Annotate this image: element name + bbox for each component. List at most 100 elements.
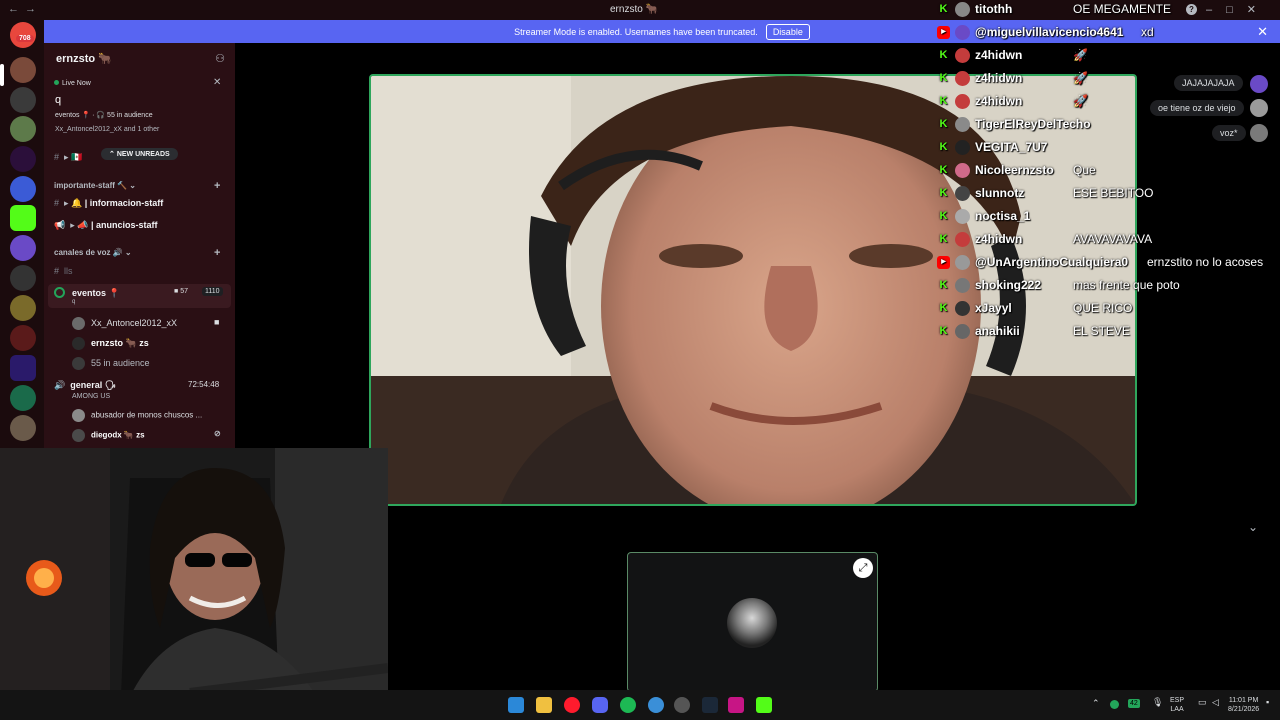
avatar: [955, 301, 970, 316]
voice-channel-general[interactable]: 🔊 general 🗣 72:54:48: [54, 380, 219, 391]
chat-text: 🚀: [1073, 94, 1088, 108]
chat-username: slunnotz: [975, 186, 1025, 200]
live-now-label: Live Now: [54, 80, 91, 87]
chevron-down-icon[interactable]: ⌄: [1248, 520, 1258, 534]
kick-icon: K: [939, 302, 948, 314]
kick-icon: K: [939, 72, 948, 84]
channel-sidebar: ernzsto 🐂 ⚇ Live Now ✕ q eventos 📍 · 🎧 5…: [44, 43, 235, 450]
server-icon[interactable]: [10, 176, 36, 202]
server-icon[interactable]: [10, 87, 36, 113]
stage-channel-eventos[interactable]: eventos 📍 q ■ 57 1110: [48, 284, 231, 308]
camera-icon: ■: [214, 317, 220, 327]
mention-badge: 708: [16, 35, 34, 42]
live-now-panel[interactable]: Live Now ✕ q eventos 📍 · 🎧 55 in audienc…: [50, 76, 230, 140]
back-arrow-icon[interactable]: ←: [8, 3, 25, 15]
server-icon[interactable]: [10, 265, 36, 291]
server-icon[interactable]: [10, 325, 36, 351]
server-icon[interactable]: [10, 415, 36, 441]
kick-icon: K: [939, 95, 948, 107]
selected-server-pip: [0, 64, 4, 86]
category-importante-staff[interactable]: importante-staff 🔨 ⌄ +: [54, 180, 220, 192]
stage-channel-sub: q: [72, 299, 76, 305]
fullscreen-icon[interactable]: ⤢: [853, 558, 873, 578]
discord-icon[interactable]: [592, 697, 608, 713]
chat-username: @miguelvillavicencio4641: [975, 25, 1124, 39]
spotify-icon[interactable]: [620, 697, 636, 713]
channel-anuncios-staff[interactable]: 📢 ▸ 📣 | anuncios-staff: [54, 220, 157, 231]
server-icon[interactable]: [10, 57, 36, 83]
language-indicator[interactable]: ESP LAA: [1170, 696, 1184, 714]
tray-status-icon[interactable]: [1110, 700, 1119, 709]
chat-username: shoking222: [975, 278, 1042, 292]
windows-start-icon[interactable]: [508, 697, 524, 713]
live-people-info: Xx_Antoncel2012_xX and 1 other: [55, 126, 160, 133]
chat-username: xJayyl: [975, 301, 1012, 315]
avatar: [955, 186, 970, 201]
chat-username: @UnArgentinoCualquiera0: [975, 255, 1129, 269]
chat-username: z4hidwn: [975, 94, 1023, 108]
chat-username: VEGITA_7U7: [975, 140, 1048, 154]
add-member-icon[interactable]: ⚇: [215, 52, 225, 65]
notifications-icon[interactable]: ▪: [1266, 698, 1269, 707]
next-app-icon[interactable]: [728, 697, 744, 713]
server-rail: 708: [0, 20, 44, 450]
server-icon[interactable]: [10, 235, 36, 261]
file-explorer-icon[interactable]: [536, 697, 552, 713]
forward-arrow-icon[interactable]: →: [25, 3, 42, 15]
premiere-server-icon[interactable]: [10, 355, 36, 381]
chat-message: Kshoking222 mas frente que poto: [937, 276, 1280, 296]
nav-arrows[interactable]: ←→: [8, 3, 42, 15]
disable-button[interactable]: Disable: [765, 23, 810, 40]
voice-member[interactable]: ernzsto 🐂 zs: [72, 337, 149, 350]
audience-count[interactable]: 55 in audience: [72, 357, 150, 370]
voice-member[interactable]: abusador de monos chuscos ...: [72, 409, 202, 422]
volume-icon[interactable]: ◁: [1212, 698, 1219, 707]
chat-username: titothh: [975, 2, 1013, 16]
add-channel-icon[interactable]: +: [214, 180, 220, 192]
avatar: [955, 278, 970, 293]
kick-icon: K: [939, 141, 948, 153]
kick-icon[interactable]: [756, 697, 772, 713]
new-unreads-pill[interactable]: ⌃ NEW UNREADS: [101, 148, 178, 160]
server-icon[interactable]: [10, 146, 36, 172]
opera-icon[interactable]: [564, 697, 580, 713]
participant-tile[interactable]: ⤢: [627, 552, 878, 692]
avatar: [955, 71, 970, 86]
obs-icon[interactable]: [674, 697, 690, 713]
wifi-icon[interactable]: ▭: [1198, 698, 1207, 707]
voice-member[interactable]: diegodx 🐂 zs ⊘: [72, 429, 221, 442]
voice-member[interactable]: Xx_Antoncel2012_xX ■: [72, 317, 219, 330]
server-icon[interactable]: [10, 385, 36, 411]
kick-icon: K: [939, 325, 948, 337]
add-channel-icon[interactable]: +: [214, 247, 220, 259]
avatar: [955, 25, 970, 40]
chat-message: Kz4hidwn 🚀: [937, 46, 1280, 66]
voice-timer: 72:54:48: [188, 380, 220, 389]
chat-message: K Nicoleernzsto Que: [937, 161, 1280, 181]
avatar: [955, 140, 970, 155]
avatar: [72, 409, 85, 422]
channel-row[interactable]: # ▸ 🇲🇽: [54, 152, 82, 163]
microphone-icon[interactable]: 🎙: [1152, 698, 1163, 707]
steam-icon[interactable]: [702, 697, 718, 713]
chat-overlay: Ktitothh OE MEGAMENTE ▶ @miguelvillavicenci…: [937, 0, 1280, 340]
close-live-icon[interactable]: ✕: [213, 77, 221, 88]
tray-expand-icon[interactable]: ⌃: [1092, 699, 1100, 708]
avatar: [955, 232, 970, 247]
channel-informacion-staff[interactable]: # ▸ 🔔 | informacion-staff: [54, 198, 163, 209]
chat-text: 🚀: [1073, 48, 1088, 62]
window-title: ernzsto 🐂: [610, 4, 659, 15]
chat-text: EL STEVE: [1073, 324, 1130, 338]
browser-icon[interactable]: [648, 697, 664, 713]
network-badge[interactable]: 42: [1128, 699, 1140, 708]
kick-server-icon[interactable]: [10, 205, 36, 231]
clock[interactable]: 11:01 PM 8/21/2026: [1228, 696, 1259, 714]
chat-message: KxJayyl QUE RICO: [937, 299, 1280, 319]
chat-username: TigerElReyDelTecho: [975, 117, 1091, 131]
server-name[interactable]: ernzsto 🐂: [56, 52, 112, 65]
category-canales-de-voz[interactable]: canales de voz 🔊 ⌄ +: [54, 247, 220, 259]
server-icon[interactable]: [10, 295, 36, 321]
channel-lls[interactable]: # lls: [54, 266, 73, 276]
server-icon[interactable]: [10, 116, 36, 142]
kick-icon: K: [939, 49, 948, 61]
